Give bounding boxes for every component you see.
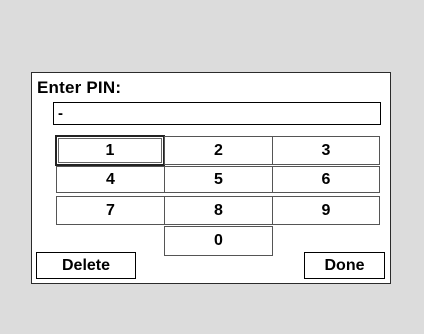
key-7[interactable]: 7	[56, 196, 165, 225]
key-4[interactable]: 4	[56, 166, 165, 193]
key-5[interactable]: 5	[164, 166, 273, 193]
key-0[interactable]: 0	[164, 226, 273, 256]
done-button[interactable]: Done	[304, 252, 385, 279]
key-1[interactable]: 1	[55, 135, 165, 166]
delete-button[interactable]: Delete	[36, 252, 136, 279]
pin-input-field[interactable]: -	[53, 102, 381, 125]
dialog-title: Enter PIN:	[37, 78, 122, 97]
key-6[interactable]: 6	[272, 166, 380, 193]
key-8[interactable]: 8	[164, 196, 273, 225]
key-2[interactable]: 2	[164, 136, 273, 165]
key-3[interactable]: 3	[272, 136, 380, 165]
key-9[interactable]: 9	[272, 196, 380, 225]
pin-value: -	[58, 105, 63, 122]
